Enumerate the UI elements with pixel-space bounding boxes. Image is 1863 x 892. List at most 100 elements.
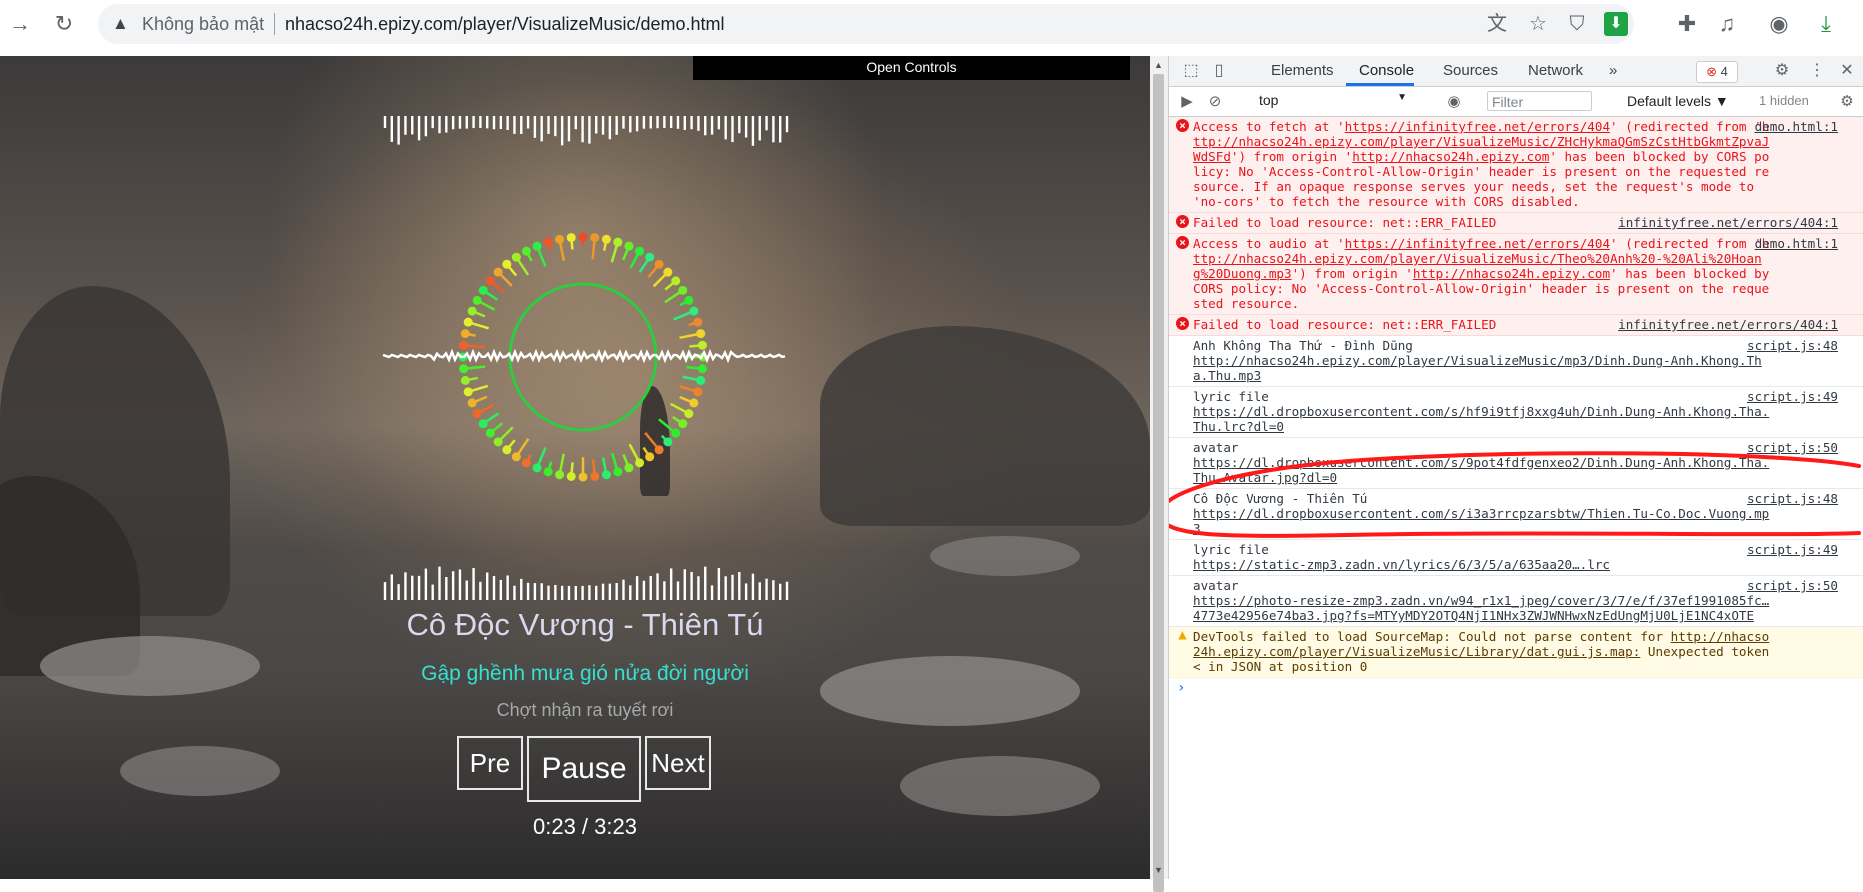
scroll-thumb[interactable] bbox=[1153, 74, 1164, 892]
radial-dot bbox=[697, 364, 707, 374]
console-message-warning[interactable]: ▲ DevTools failed to load SourceMap: Coul… bbox=[1169, 627, 1863, 678]
context-select[interactable]: top ▼ bbox=[1259, 92, 1409, 111]
console-message-error[interactable]: × demo.html:1 Access to fetch at 'https://… bbox=[1169, 117, 1863, 213]
radial-dot bbox=[613, 237, 623, 247]
media-queue-icon[interactable]: ♫ bbox=[1713, 10, 1741, 38]
console-message-log[interactable]: script.js:49 lyric file https://static-zm… bbox=[1169, 540, 1863, 576]
radial-dot bbox=[613, 467, 623, 477]
radial-dot bbox=[502, 259, 512, 269]
radial-dot bbox=[566, 471, 576, 481]
error-count-badge[interactable]: ⊗ 4 bbox=[1696, 61, 1738, 83]
active-tab-indicator bbox=[1346, 83, 1414, 86]
star-icon[interactable]: ☆ bbox=[1526, 12, 1550, 36]
radial-dot bbox=[566, 233, 576, 243]
downloads-icon[interactable]: ⤓ bbox=[1812, 10, 1840, 38]
radial-dot bbox=[601, 470, 611, 480]
radial-dot bbox=[467, 398, 477, 408]
shield-icon[interactable]: ⛉ bbox=[1565, 12, 1589, 36]
message-source-link[interactable]: script.js:48 bbox=[1747, 491, 1838, 506]
radial-dot bbox=[460, 329, 470, 339]
radial-dot bbox=[645, 252, 655, 262]
kebab-menu-icon[interactable]: ⋮ bbox=[1807, 61, 1827, 81]
radial-dot bbox=[645, 452, 655, 462]
message-source-link[interactable]: script.js:50 bbox=[1747, 440, 1838, 455]
error-icon: × bbox=[1176, 119, 1189, 132]
gear-icon[interactable]: ⚙ bbox=[1772, 61, 1792, 81]
console-message-log[interactable]: script.js:48 Cô Độc Vương - Thiên Tú http… bbox=[1169, 489, 1863, 540]
arrow-right-icon[interactable]: → bbox=[6, 10, 34, 38]
error-icon: × bbox=[1176, 236, 1189, 249]
message-source-link[interactable]: infinityfree.net/errors/404:1 bbox=[1618, 215, 1838, 230]
radial-dot bbox=[624, 463, 634, 473]
tab-console[interactable]: Console bbox=[1359, 62, 1414, 79]
radial-dot bbox=[693, 317, 703, 327]
warning-icon[interactable]: ▲ bbox=[112, 14, 129, 34]
message-source-link[interactable]: infinityfree.net/errors/404:1 bbox=[1618, 317, 1838, 332]
message-source-link[interactable]: demo.html:1 bbox=[1755, 236, 1838, 251]
spectrum-bars-bottom bbox=[383, 566, 789, 600]
profile-icon[interactable]: ◉ bbox=[1765, 10, 1793, 38]
prompt-chevron-icon: › bbox=[1177, 680, 1186, 696]
message-text: avatar https://photo-resize-zmp3.zadn.vn… bbox=[1193, 578, 1770, 623]
console-prompt[interactable]: › bbox=[1169, 678, 1863, 700]
page-scrollbar[interactable]: ▲ ▼ bbox=[1150, 56, 1168, 892]
message-text: Access to fetch at 'https://infinityfree… bbox=[1193, 119, 1770, 209]
console-message-log[interactable]: script.js:48 Anh Không Tha Thứ - Đình Dũn… bbox=[1169, 336, 1863, 387]
message-source-link[interactable]: script.js:50 bbox=[1747, 578, 1838, 593]
download-arrow-icon[interactable]: ⬇ bbox=[1604, 12, 1628, 36]
radial-dot bbox=[460, 375, 470, 385]
url-text[interactable]: nhacso24h.epizy.com/player/VisualizeMusi… bbox=[285, 14, 725, 35]
console-message-error[interactable]: × infinityfree.net/errors/404:1 Failed to … bbox=[1169, 213, 1863, 234]
url-divider bbox=[274, 13, 275, 35]
message-text: lyric file https://dl.dropboxusercontent… bbox=[1193, 389, 1770, 434]
tab-network[interactable]: Network bbox=[1528, 62, 1583, 79]
inspect-element-icon[interactable]: ⬚ bbox=[1181, 61, 1201, 81]
device-toolbar-icon[interactable]: ▯ bbox=[1209, 61, 1229, 81]
address-bar[interactable]: ▲ Không bảo mật nhacso24h.epizy.com/play… bbox=[98, 4, 1634, 44]
warning-icon: ▲ bbox=[1178, 627, 1187, 643]
security-label[interactable]: Không bảo mật bbox=[142, 14, 264, 35]
radial-dot bbox=[684, 295, 694, 305]
song-title: Cô Độc Vương - Thiên Tú bbox=[406, 607, 764, 642]
console-message-error[interactable]: × infinityfree.net/errors/404:1 Failed to … bbox=[1169, 315, 1863, 336]
tab-sources[interactable]: Sources bbox=[1443, 62, 1498, 79]
background-ice bbox=[900, 756, 1100, 816]
message-text: Cô Độc Vương - Thiên Tú https://dl.dropb… bbox=[1193, 491, 1770, 536]
next-button[interactable]: Next bbox=[645, 736, 711, 790]
translate-icon[interactable]: 文 bbox=[1485, 12, 1509, 36]
radial-dot bbox=[684, 409, 694, 419]
radial-dot bbox=[511, 452, 521, 462]
log-levels-select[interactable]: Default levels ▼ bbox=[1627, 93, 1729, 109]
audio-visualizer bbox=[382, 116, 789, 600]
console-settings-gear-icon[interactable]: ⚙ bbox=[1837, 92, 1857, 112]
more-tabs-icon[interactable]: » bbox=[1609, 62, 1617, 79]
pause-button[interactable]: Pause bbox=[527, 736, 641, 802]
close-icon[interactable]: ✕ bbox=[1837, 61, 1857, 81]
waveform-line bbox=[382, 348, 786, 364]
previous-button[interactable]: Pre bbox=[457, 736, 523, 790]
scroll-down-icon[interactable]: ▼ bbox=[1154, 865, 1163, 875]
message-source-link[interactable]: script.js:48 bbox=[1747, 338, 1838, 353]
console-message-log[interactable]: script.js:50 avatar https://dl.dropboxuse… bbox=[1169, 438, 1863, 489]
clear-console-icon[interactable]: ⊘ bbox=[1205, 92, 1225, 112]
scroll-up-icon[interactable]: ▲ bbox=[1154, 60, 1163, 70]
message-source-link[interactable]: script.js:49 bbox=[1747, 389, 1838, 404]
console-message-log[interactable]: script.js:49 lyric file https://dl.dropbo… bbox=[1169, 387, 1863, 438]
reload-icon[interactable]: ↻ bbox=[50, 10, 78, 38]
tab-elements[interactable]: Elements bbox=[1271, 62, 1334, 79]
message-source-link[interactable]: script.js:49 bbox=[1747, 542, 1838, 557]
radial-dot bbox=[624, 241, 634, 251]
puzzle-icon[interactable]: ✚ bbox=[1673, 10, 1701, 38]
radial-dot bbox=[697, 340, 707, 350]
console-message-log[interactable]: script.js:50 avatar https://photo-resize-… bbox=[1169, 576, 1863, 627]
message-text: Anh Không Tha Thứ - Đình Dũng http://nha… bbox=[1193, 338, 1762, 383]
filter-input[interactable]: Filter bbox=[1487, 91, 1592, 111]
radial-dot bbox=[459, 340, 469, 350]
sidebar-toggle-icon[interactable]: ▶ bbox=[1177, 92, 1197, 112]
radial-dot bbox=[532, 241, 542, 251]
message-source-link[interactable]: demo.html:1 bbox=[1755, 119, 1838, 134]
radial-dot bbox=[502, 445, 512, 455]
radial-dot bbox=[696, 329, 706, 339]
eye-icon[interactable]: ◉ bbox=[1444, 92, 1464, 112]
console-message-error[interactable]: × demo.html:1 Access to audio at 'https://… bbox=[1169, 234, 1863, 315]
